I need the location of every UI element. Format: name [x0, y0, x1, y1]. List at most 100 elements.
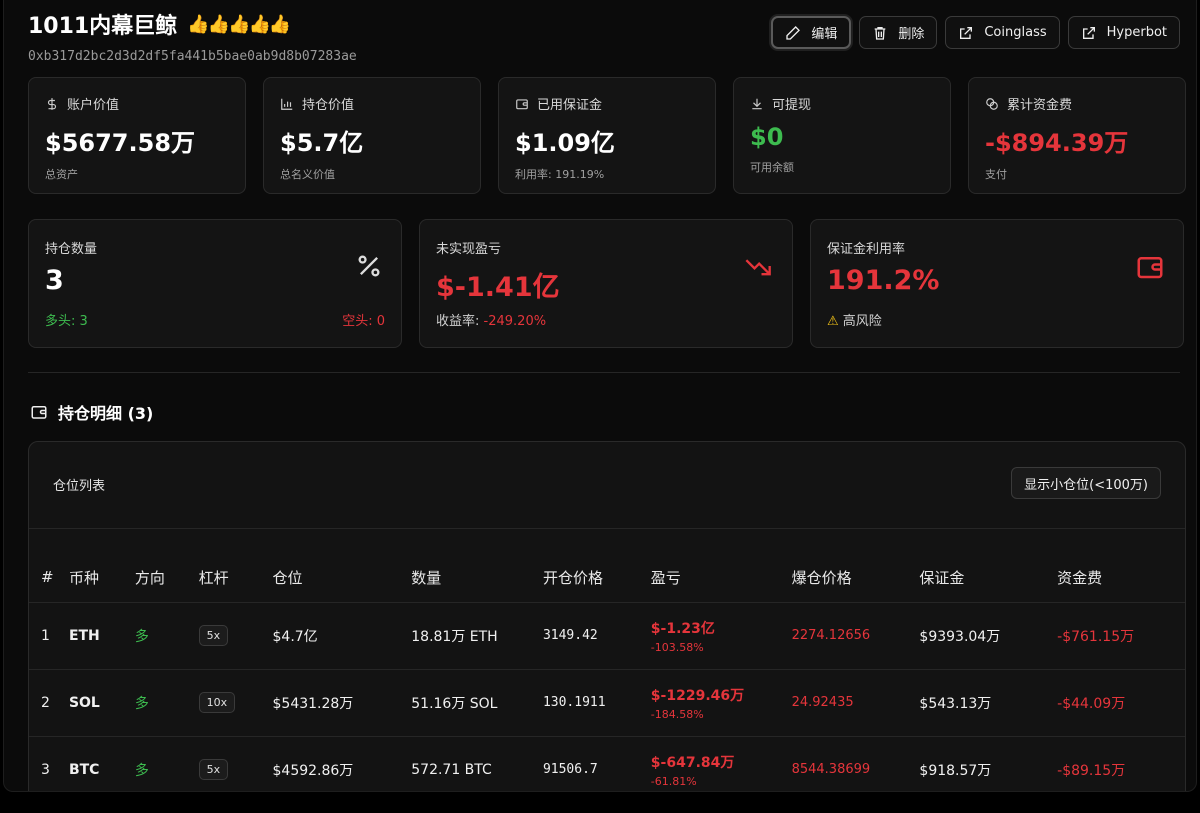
row-index: 3 — [29, 736, 69, 791]
hyperbot-link[interactable]: Hyperbot — [1067, 16, 1180, 49]
stat-value: $1.09亿 — [515, 129, 615, 157]
pnl-value: $-1229.46万 — [650, 687, 745, 704]
external-link-icon — [960, 26, 973, 39]
trend-down-icon — [745, 259, 771, 276]
stat-card-funding-fee: 累计资金费 -$894.39万 支付 — [968, 77, 1186, 194]
stat-label: 累计资金费 — [1007, 98, 1073, 113]
summary-card-unrealized-pnl: 未实现盈亏 $-1.41亿 收益率: -249.20% — [419, 219, 793, 348]
position-side: 多 — [134, 736, 199, 791]
summary-label: 保证金利用率 — [827, 242, 906, 257]
coin-symbol: BTC — [68, 736, 135, 791]
margin-value: $543.13万 — [919, 669, 1058, 737]
trash-icon — [875, 26, 886, 40]
row-index: 1 — [29, 602, 69, 670]
stat-card-withdrawable: 可提现 $0 可用余额 — [733, 77, 951, 194]
roe-value: -249.20% — [483, 314, 547, 329]
warning-icon: ⚠ — [827, 314, 839, 329]
stat-sub: 支付 — [985, 168, 1007, 181]
funding-fee: -$44.09万 — [1057, 669, 1185, 737]
pnl-value: $-1.23亿 — [650, 620, 715, 637]
column-header: 方向 — [134, 529, 199, 603]
stat-card-position-value: 持仓价值 $5.7亿 总名义价值 — [263, 77, 481, 194]
delete-button[interactable]: 删除 — [859, 16, 938, 49]
column-header: 资金费 — [1057, 529, 1185, 603]
thumbs-up-rating: 👍👍👍👍👍 — [187, 13, 291, 35]
pnl-value: $-647.84万 — [650, 754, 735, 771]
pnl-percent: -61.81% — [650, 774, 697, 788]
column-header: 币种 — [68, 529, 135, 603]
position-quantity: 572.71 BTC — [411, 736, 543, 791]
stat-sub: 利用率: 191.19% — [515, 168, 605, 181]
stat-sub: 总名义价值 — [280, 168, 335, 181]
positions-table: # 币种 方向 杠杆 仓位 数量 开仓价格 盈亏 爆仓价格 保证金 资金费 1 … — [29, 529, 1185, 791]
stat-sub: 总资产 — [45, 168, 78, 181]
table-row[interactable]: 2 SOL 多 10x $5431.28万 51.16万 SOL 130.191… — [29, 669, 1185, 737]
summary-card-margin-usage: 保证金利用率 191.2% ⚠ 高风险 — [810, 219, 1184, 348]
margin-value: $9393.04万 — [919, 602, 1058, 670]
section-title: 持仓明细 (3) — [30, 400, 153, 424]
table-header-row: # 币种 方向 杠杆 仓位 数量 开仓价格 盈亏 爆仓价格 保证金 资金费 — [29, 529, 1185, 603]
coinglass-link[interactable]: Coinglass — [945, 16, 1060, 49]
column-header: 杠杆 — [198, 529, 273, 603]
coin-symbol: ETH — [68, 602, 135, 670]
wallet-icon — [1137, 257, 1163, 279]
percent-icon — [358, 255, 380, 277]
column-header: 开仓价格 — [542, 529, 651, 603]
header-actions: 编辑 删除 Coinglass Hyperbot — [771, 16, 1180, 49]
table-header-bar: 仓位列表 显示小仓位(<100万) — [29, 442, 1185, 529]
position-quantity: 18.81万 ETH — [411, 602, 543, 670]
section-title-text: 持仓明细 (3) — [58, 404, 154, 423]
wallet-name: 1011内幕巨鲸 — [28, 14, 178, 39]
table-row[interactable]: 3 BTC 多 5x $4592.86万 572.71 BTC 91506.7 … — [29, 736, 1185, 791]
funding-fee: -$89.15万 — [1057, 736, 1185, 791]
hyperbot-label: Hyperbot — [1106, 25, 1167, 40]
section-divider — [28, 372, 1180, 373]
stat-sub: 可用余额 — [750, 161, 794, 174]
summary-value: $-1.41亿 — [436, 272, 560, 303]
pnl-percent: -103.58% — [650, 640, 704, 654]
funding-fee: -$761.15万 — [1057, 602, 1185, 670]
wallet-icon — [516, 98, 528, 109]
show-small-positions-button[interactable]: 显示小仓位(<100万) — [1011, 467, 1161, 499]
column-header: 盈亏 — [650, 529, 792, 603]
entry-price: 3149.42 — [542, 602, 651, 670]
summary-label: 未实现盈亏 — [436, 242, 502, 257]
stat-value: -$894.39万 — [985, 129, 1129, 157]
bar-chart-icon — [281, 98, 293, 110]
coinglass-label: Coinglass — [984, 25, 1047, 40]
entry-price: 130.1911 — [542, 669, 651, 737]
edit-button[interactable]: 编辑 — [771, 16, 852, 49]
page-header: 1011内幕巨鲸 👍👍👍👍👍 0xb317d2bc2d3d2df5fa441b5… — [28, 8, 1180, 68]
table-row[interactable]: 1 ETH 多 5x $4.7亿 18.81万 ETH 3149.42 $-1.… — [29, 602, 1185, 670]
liquidation-price: 2274.12656 — [791, 602, 920, 670]
roe-label: 收益率: — [436, 314, 480, 329]
table-title: 仓位列表 — [53, 479, 106, 494]
position-side: 多 — [134, 602, 199, 670]
liquidation-price: 24.92435 — [791, 669, 920, 737]
summary-row: 持仓数量 3 多头: 3 空头: 0 未实现盈亏 $-1.41亿 收益率: -2… — [28, 219, 1184, 348]
position-size: $4.7亿 — [272, 602, 412, 670]
dollar-icon — [47, 97, 57, 110]
risk-label: 高风险 — [842, 314, 882, 329]
positions-table-card: 仓位列表 显示小仓位(<100万) # 币种 方向 杠杆 仓位 数量 开仓价格 … — [28, 441, 1186, 791]
column-header: 保证金 — [919, 529, 1058, 603]
summary-label: 持仓数量 — [45, 242, 98, 257]
liquidation-price: 8544.38699 — [791, 736, 920, 791]
position-side: 多 — [134, 669, 199, 737]
row-index: 2 — [29, 669, 69, 737]
stat-value: $0 — [750, 123, 784, 151]
margin-value: $918.57万 — [919, 736, 1058, 791]
column-header: 数量 — [411, 529, 543, 603]
position-size: $4592.86万 — [272, 736, 412, 791]
leverage-badge: 10x — [198, 692, 236, 713]
coins-icon — [986, 97, 998, 110]
pencil-icon — [786, 25, 801, 40]
download-icon — [752, 98, 762, 109]
coin-symbol: SOL — [68, 669, 135, 737]
position-size: $5431.28万 — [272, 669, 412, 737]
wallet-icon — [31, 406, 47, 419]
short-count: 空头: 0 — [342, 314, 385, 329]
stat-value: $5677.58万 — [45, 129, 196, 157]
leverage-badge: 5x — [198, 759, 229, 780]
column-header: 爆仓价格 — [791, 529, 920, 603]
